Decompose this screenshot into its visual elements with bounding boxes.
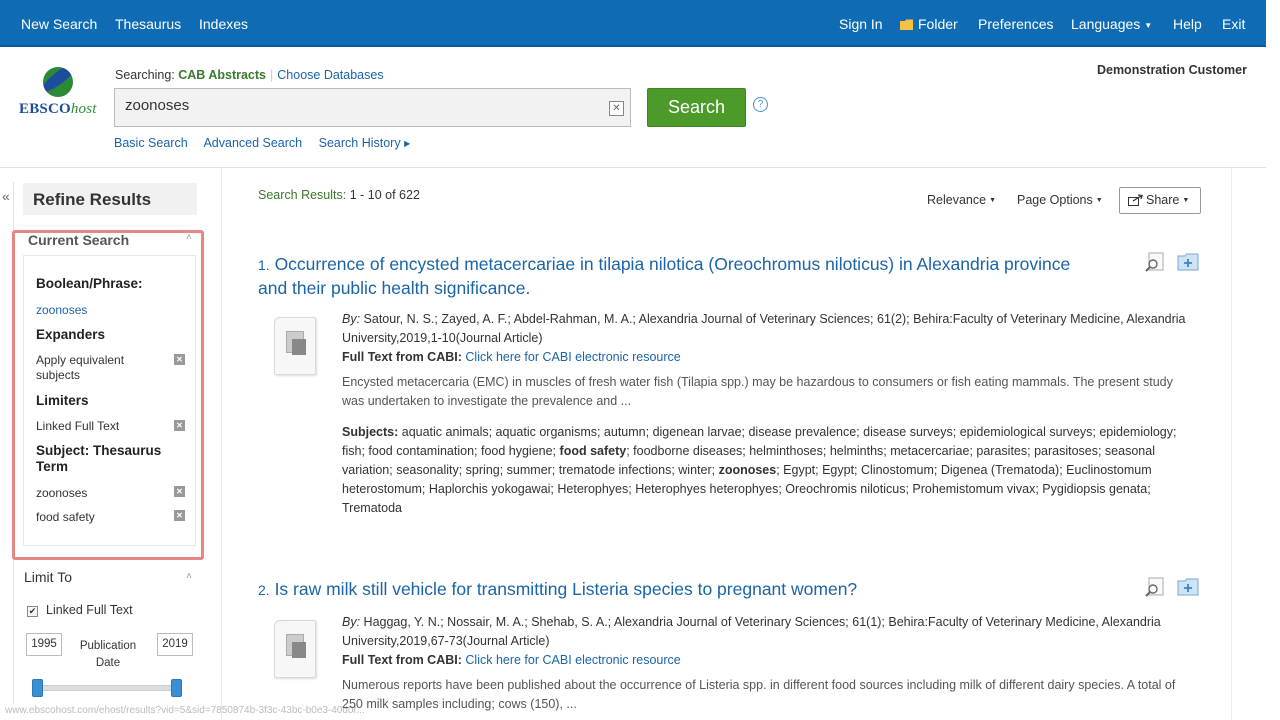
question-mark-icon[interactable]: ? xyxy=(753,97,768,112)
languages-menu[interactable]: Languages ▼ xyxy=(1071,16,1152,32)
searching-line: Searching: CAB Abstracts | Choose Database… xyxy=(115,68,384,82)
sign-in-link[interactable]: Sign In xyxy=(839,16,883,32)
advanced-search-link[interactable]: Advanced Search xyxy=(203,136,302,150)
exit-link[interactable]: Exit xyxy=(1222,16,1245,32)
collapse-sidebar-icon[interactable]: « xyxy=(2,188,10,204)
slider-start-handle[interactable] xyxy=(32,679,43,697)
subject-food-safety: food safety xyxy=(559,444,627,458)
share-button[interactable]: Share ▼ xyxy=(1119,187,1201,214)
folder-link[interactable]: Folder xyxy=(900,16,958,32)
search-mode-links: Basic Search Advanced Search Search Hist… xyxy=(114,136,423,150)
main-right-divider xyxy=(1231,168,1232,720)
result-abstract: Numerous reports have been published abo… xyxy=(342,678,1176,711)
ebsco-logo-icon xyxy=(43,67,73,97)
help-link[interactable]: Help xyxy=(1173,16,1202,32)
add-to-folder-icon[interactable] xyxy=(1177,252,1199,272)
chevron-up-icon[interactable]: ˄ xyxy=(186,571,192,582)
preview-magnifier-icon[interactable] xyxy=(1145,577,1167,597)
indexes-link[interactable]: Indexes xyxy=(199,16,248,32)
refine-results-heading: Refine Results xyxy=(23,183,197,215)
ebsco-logo[interactable]: EBSCOhost xyxy=(19,101,97,118)
full-text-line: Full Text from CABI: Click here for CABI… xyxy=(342,348,1192,367)
result-title-1: 1. Occurrence of encysted metacercariae … xyxy=(258,253,1098,299)
searching-label: Searching: xyxy=(115,68,175,82)
by-label: By: xyxy=(342,615,361,629)
academic-journal-icon[interactable] xyxy=(274,620,316,678)
byline-text: Satour, N. S.; Zayed, A. F.; Abdel-Rahma… xyxy=(342,312,1186,345)
preview-magnifier-icon[interactable] xyxy=(1145,252,1167,272)
top-navigation-bar: New Search Thesaurus Indexes Sign In Fol… xyxy=(0,0,1266,47)
logo-host-text: host xyxy=(70,101,97,117)
cabi-full-text-link[interactable]: Click here for CABI electronic resource xyxy=(465,350,680,364)
search-history-label: Search History xyxy=(318,136,401,150)
status-bar-url: www.ebscohost.com/ehost/results?vid=5&si… xyxy=(0,704,370,720)
results-count-value: 1 - 10 of 622 xyxy=(349,188,420,202)
result-byline: By: Haggag, Y. N.; Nossair, M. A.; Sheha… xyxy=(342,613,1192,651)
caret-down-icon: ▼ xyxy=(1095,197,1103,205)
result-abstract: Encysted metacercaria (EMC) in muscles o… xyxy=(342,375,1173,408)
preferences-link[interactable]: Preferences xyxy=(978,16,1053,32)
result-details-1: By: Satour, N. S.; Zayed, A. F.; Abdel-R… xyxy=(342,310,1192,518)
search-header: EBSCOhost Searching: CAB Abstracts | Choos… xyxy=(0,47,1266,168)
add-to-folder-icon[interactable] xyxy=(1177,577,1199,597)
by-label: By: xyxy=(342,312,361,326)
date-range-slider[interactable] xyxy=(37,685,177,691)
results-count: Search Results: 1 - 10 of 622 xyxy=(258,188,420,202)
basic-search-link[interactable]: Basic Search xyxy=(114,136,188,150)
limit-to-heading[interactable]: Limit To xyxy=(24,569,72,585)
linked-full-text-label[interactable]: Linked Full Text xyxy=(46,603,133,617)
full-text-label: Full Text from CABI: xyxy=(342,653,462,667)
search-history-link[interactable]: Search History ▶ xyxy=(319,136,411,150)
database-name: CAB Abstracts xyxy=(178,68,267,82)
caret-down-icon: ▼ xyxy=(1144,20,1153,30)
results-count-label: Search Results: xyxy=(258,188,347,202)
new-search-link[interactable]: New Search xyxy=(21,16,97,32)
main-left-divider xyxy=(221,168,222,720)
highlight-outline xyxy=(12,230,204,560)
linked-full-text-checkbox[interactable]: ✔ xyxy=(27,606,38,617)
year-to-input[interactable]: 2019 xyxy=(157,633,193,656)
folder-label: Folder xyxy=(918,16,958,32)
publication-date-label: Publication Date xyxy=(79,640,137,669)
full-text-label: Full Text from CABI: xyxy=(342,350,462,364)
result-number: 2. xyxy=(258,582,270,598)
result-title-2: 2. Is raw milk still vehicle for transmi… xyxy=(258,578,1098,602)
languages-label: Languages xyxy=(1071,16,1141,32)
byline-text: Haggag, Y. N.; Nossair, M. A.; Shehab, S… xyxy=(342,615,1161,648)
relevance-label: Relevance xyxy=(927,193,987,207)
result-byline: By: Satour, N. S.; Zayed, A. F.; Abdel-R… xyxy=(342,310,1192,348)
academic-journal-icon[interactable] xyxy=(274,317,316,375)
result-number: 1. xyxy=(258,257,270,273)
result-subjects: Subjects: aquatic animals; aquatic organ… xyxy=(342,423,1192,518)
result-title-link[interactable]: Is raw milk still vehicle for transmitti… xyxy=(275,579,858,599)
full-text-line: Full Text from CABI: Click here for CABI… xyxy=(342,651,1192,670)
subjects-label: Subjects: xyxy=(342,425,399,439)
relevance-sort-dropdown[interactable]: Relevance ▼ xyxy=(927,193,996,207)
search-button[interactable]: Search xyxy=(647,88,746,127)
choose-databases-link[interactable]: Choose Databases xyxy=(277,68,383,82)
caret-down-icon: ▼ xyxy=(989,197,997,205)
page-options-label: Page Options xyxy=(1017,193,1093,207)
year-from-input[interactable]: 1995 xyxy=(26,633,62,656)
triangle-right-icon: ▶ xyxy=(404,139,411,149)
share-icon xyxy=(1128,194,1143,206)
search-input[interactable] xyxy=(125,97,595,114)
clear-search-icon[interactable]: ✕ xyxy=(609,101,624,116)
caret-down-icon: ▼ xyxy=(1182,197,1190,205)
share-label: Share xyxy=(1146,193,1180,207)
subject-zoonoses: zoonoses xyxy=(718,463,777,477)
result-details-2: By: Haggag, Y. N.; Nossair, M. A.; Sheha… xyxy=(342,613,1192,714)
logo-main-text: EBSCO xyxy=(19,101,71,117)
page-options-dropdown[interactable]: Page Options ▼ xyxy=(1017,193,1103,207)
search-box: ✕ xyxy=(114,88,631,127)
result-title-link[interactable]: Occurrence of encysted metacercariae in … xyxy=(258,254,1070,298)
thesaurus-link[interactable]: Thesaurus xyxy=(115,16,181,32)
slider-end-handle[interactable] xyxy=(171,679,182,697)
customer-name: Demonstration Customer xyxy=(1096,63,1247,77)
cabi-full-text-link[interactable]: Click here for CABI electronic resource xyxy=(465,653,680,667)
folder-icon xyxy=(900,19,913,30)
